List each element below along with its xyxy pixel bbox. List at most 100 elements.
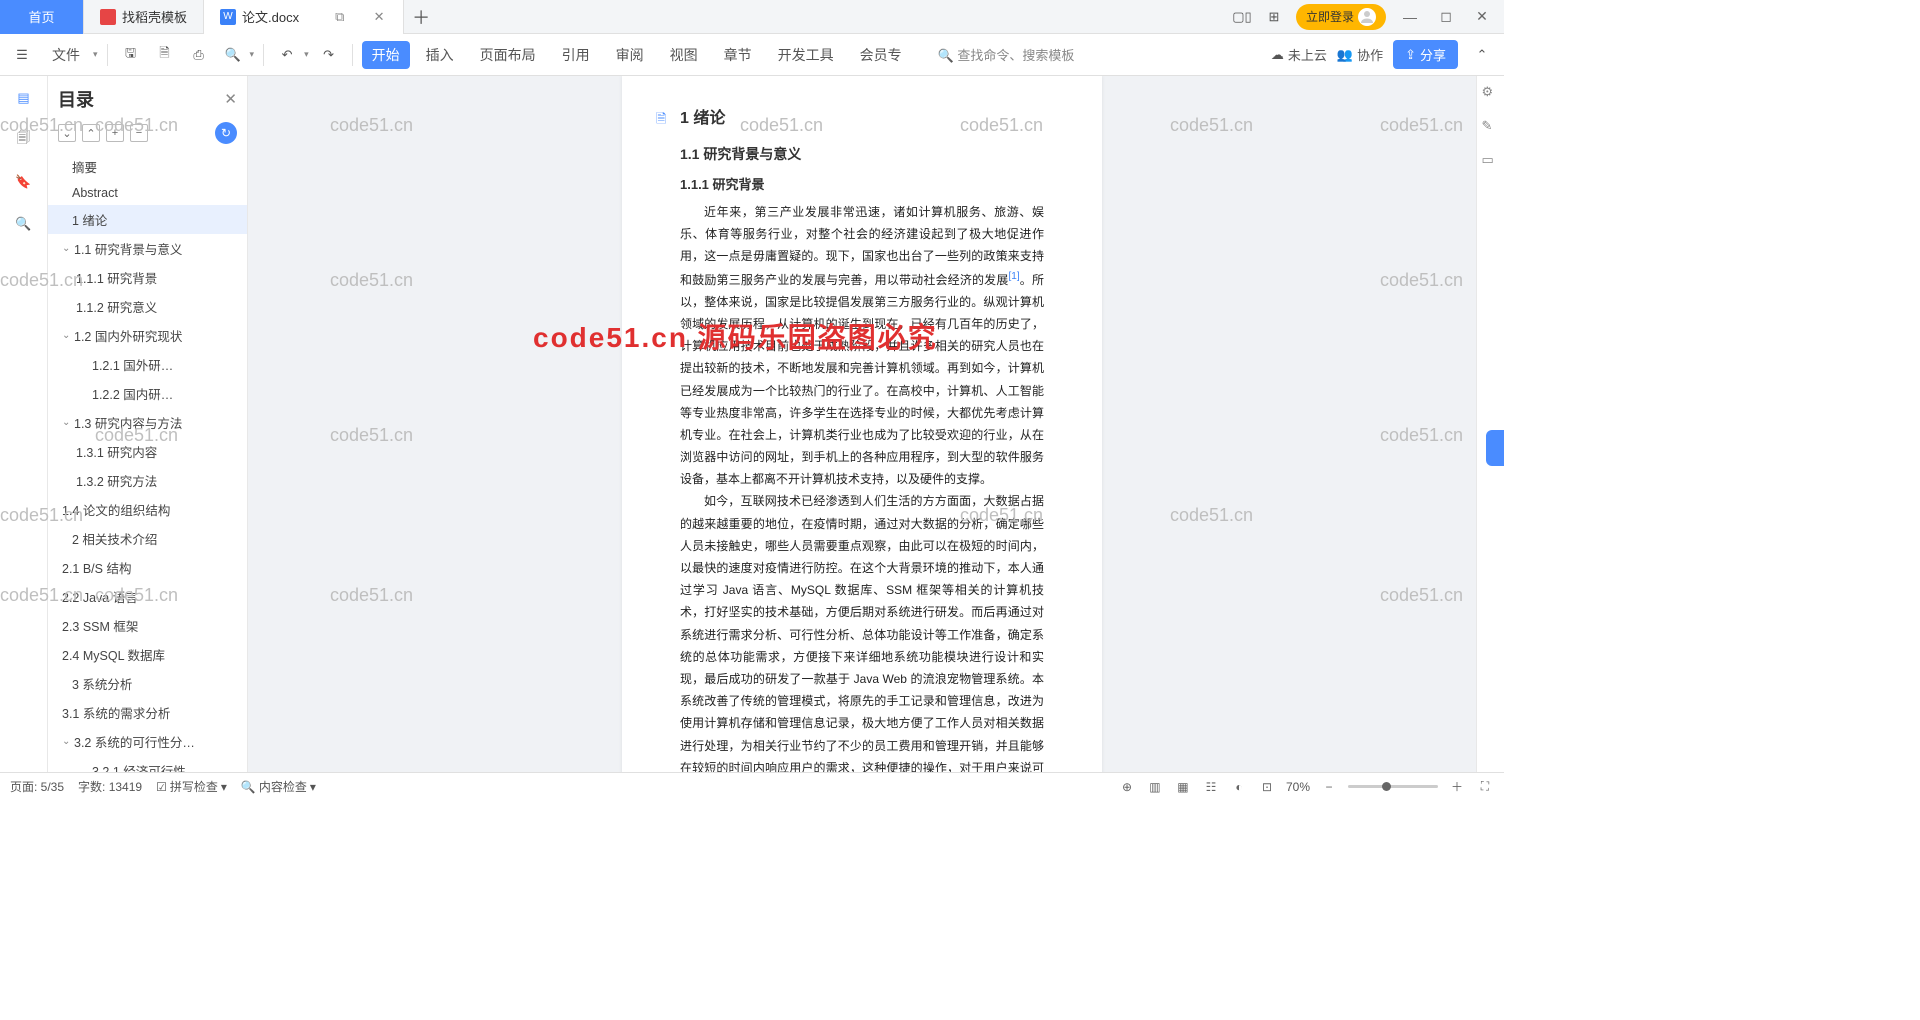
tab-chapter[interactable]: 章节 (714, 41, 762, 69)
word-doc-icon: W (220, 9, 236, 25)
document-tab-label: 论文.docx (242, 7, 299, 26)
outline-item[interactable]: 2.2 Java 语言 (48, 582, 247, 611)
page-marker-icon: 🗎 (656, 110, 674, 128)
outline-list: 摘要Abstract1 绪论⌄1.1 研究背景与意义1.1.1 研究背景1.1.… (48, 152, 247, 772)
heading-3a: 1.1.1 研究背景 (680, 174, 1044, 193)
print-preview-icon[interactable]: 🔍 (219, 41, 247, 69)
tab-member[interactable]: 会员专 (850, 41, 912, 69)
window-close[interactable]: ✕ (1470, 5, 1494, 29)
status-wordcount[interactable]: 字数: 13419 (78, 778, 142, 795)
outline-item[interactable]: 2.3 SSM 框架 (48, 611, 247, 640)
outline-item[interactable]: ⌄1.1 研究背景与意义 (48, 234, 247, 263)
outline-item[interactable]: 1.3.2 研究方法 (48, 466, 247, 495)
outline-item[interactable]: 1.1.2 研究意义 (48, 292, 247, 321)
collapse-ribbon-icon[interactable]: ⌃ (1468, 41, 1496, 69)
status-page[interactable]: 页面: 5/35 (10, 778, 64, 795)
clipboard-rail-icon[interactable]: 🗐 (12, 128, 36, 152)
template-tab[interactable]: 找稻壳模板 (84, 0, 204, 34)
home-tab[interactable]: 首页 (0, 0, 84, 34)
tab-view[interactable]: 视图 (660, 41, 708, 69)
tab-review[interactable]: 审阅 (606, 41, 654, 69)
zoom-in-icon[interactable]: ＋ (1448, 778, 1466, 796)
document-tab[interactable]: W 论文.docx ⧉ ✕ (204, 0, 404, 34)
outline-item[interactable]: 2.4 MySQL 数据库 (48, 640, 247, 669)
outline-refresh-icon[interactable]: ↻ (215, 122, 237, 144)
outline-item[interactable]: 3.2.1 经济可行性 (48, 756, 247, 772)
cloud-status[interactable]: ☁ 未上云 (1271, 45, 1327, 64)
hamburger-icon[interactable]: ☰ (8, 41, 36, 69)
outline-item[interactable]: 2.1 B/S 结构 (48, 553, 247, 582)
outline-item[interactable]: 摘要 (48, 152, 247, 181)
view-web-icon[interactable]: ▦ (1174, 778, 1192, 796)
login-label: 立即登录 (1306, 8, 1354, 25)
add-tab-button[interactable]: ＋ (404, 0, 438, 34)
paragraph-1: 近年来，第三产业发展非常迅速，诸如计算机服务、旅游、娱乐、体育等服务行业，对整个… (680, 201, 1044, 490)
right-rail-select-icon[interactable]: ▭ (1482, 152, 1500, 170)
outline-expand-all[interactable]: ⌄ (58, 124, 76, 142)
layout-icon[interactable]: ▢▯ (1232, 7, 1252, 27)
share-button[interactable]: ⇪ 分享 (1393, 40, 1458, 69)
zoom-out-icon[interactable]: − (1320, 778, 1338, 796)
avatar-icon (1358, 8, 1376, 26)
saveas-icon[interactable]: 🗎 (151, 41, 179, 69)
outline-item[interactable]: 1.2.2 国内研… (48, 379, 247, 408)
outline-rail-icon[interactable]: ▤ (12, 86, 36, 110)
outline-remove[interactable]: − (130, 124, 148, 142)
tab-devtools[interactable]: 开发工具 (768, 41, 844, 69)
file-menu[interactable]: 文件 (42, 41, 90, 69)
right-rail-style-icon[interactable]: ✎ (1482, 118, 1500, 136)
outline-item[interactable]: 1 绪论 (48, 205, 247, 234)
save-icon[interactable]: 🖫 (117, 41, 145, 69)
apps-icon[interactable]: ⊞ (1264, 7, 1284, 27)
outline-close-icon[interactable]: ✕ (224, 90, 237, 108)
tab-popout-icon[interactable]: ⧉ (335, 9, 351, 25)
zoom-slider[interactable] (1348, 785, 1438, 788)
outline-item[interactable]: 1.2.1 国外研… (48, 350, 247, 379)
tab-reference[interactable]: 引用 (552, 41, 600, 69)
tab-start[interactable]: 开始 (362, 41, 410, 69)
outline-item[interactable]: ⌄1.2 国内外研究现状 (48, 321, 247, 350)
login-button[interactable]: 立即登录 (1296, 4, 1386, 30)
paragraph-2: 如今，互联网技术已经渗透到人们生活的方方面面，大数据占据的越来越重要的地位，在疫… (680, 490, 1044, 772)
outline-item[interactable]: 3.1 系统的需求分析 (48, 698, 247, 727)
tab-close-icon[interactable]: ✕ (371, 9, 387, 25)
window-maximize[interactable]: ◻ (1434, 5, 1458, 29)
view-mode-icon[interactable]: ⊕ (1118, 778, 1136, 796)
status-contentcheck[interactable]: 🔍 内容检查 ▾ (241, 778, 316, 795)
outline-item[interactable]: 1.4 论文的组织结构 (48, 495, 247, 524)
outline-add[interactable]: + (106, 124, 124, 142)
redo-icon[interactable]: ↷ (315, 41, 343, 69)
side-expand-handle[interactable] (1486, 430, 1504, 466)
daoke-icon (100, 9, 116, 25)
window-minimize[interactable]: — (1398, 5, 1422, 29)
outline-title: 目录 (58, 86, 224, 112)
view-page-icon[interactable]: ▥ (1146, 778, 1164, 796)
heading-1: 1 绪论 (680, 104, 1044, 128)
view-outline-icon[interactable]: ☷ (1202, 778, 1220, 796)
document-page: 🗎 1 绪论 1.1 研究背景与意义 1.1.1 研究背景 近年来，第三产业发展… (622, 76, 1102, 772)
command-search[interactable]: 🔍 查找命令、搜索模板 (918, 45, 1075, 64)
undo-icon[interactable]: ↶ (273, 41, 301, 69)
outline-item[interactable]: 1.1.1 研究背景 (48, 263, 247, 292)
outline-item[interactable]: ⌄3.2 系统的可行性分… (48, 727, 247, 756)
bookmark-rail-icon[interactable]: 🔖 (12, 170, 36, 194)
outline-item[interactable]: 3 系统分析 (48, 669, 247, 698)
search-rail-icon[interactable]: 🔍 (12, 212, 36, 236)
right-rail-settings-icon[interactable]: ⚙ (1482, 84, 1500, 102)
outline-item[interactable]: Abstract (48, 181, 247, 205)
heading-2: 1.1 研究背景与意义 (680, 144, 1044, 164)
outline-item[interactable]: ⌄1.3 研究内容与方法 (48, 408, 247, 437)
zoom-fit-icon[interactable]: ⊡ (1258, 778, 1276, 796)
tab-insert[interactable]: 插入 (416, 41, 464, 69)
template-tab-label: 找稻壳模板 (122, 7, 187, 26)
print-icon[interactable]: ⎙ (185, 41, 213, 69)
zoom-level[interactable]: 70% (1286, 780, 1310, 794)
outline-item[interactable]: 2 相关技术介绍 (48, 524, 247, 553)
focus-mode-icon[interactable]: ◐ (1230, 778, 1248, 796)
fullscreen-icon[interactable]: ⛶ (1476, 778, 1494, 796)
collab-button[interactable]: 👥 协作 (1337, 45, 1383, 64)
tab-layout[interactable]: 页面布局 (470, 41, 546, 69)
outline-item[interactable]: 1.3.1 研究内容 (48, 437, 247, 466)
status-spellcheck[interactable]: ☑ 拼写检查 ▾ (156, 778, 227, 795)
outline-collapse-all[interactable]: ⌃ (82, 124, 100, 142)
